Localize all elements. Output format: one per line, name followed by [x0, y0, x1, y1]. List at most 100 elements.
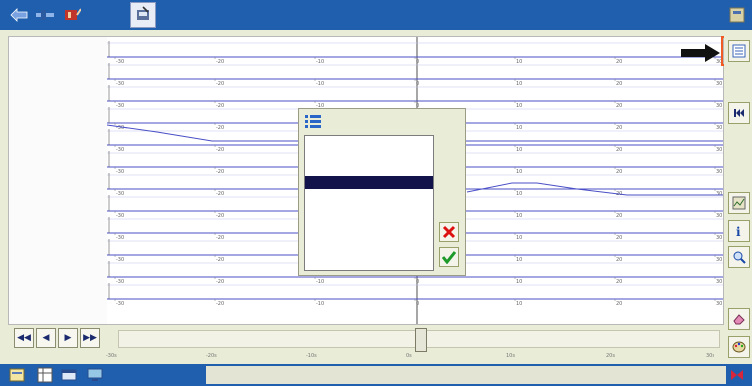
tick-label: -20: [216, 81, 224, 87]
time-axis-label: 30s: [706, 353, 714, 359]
zoom-icon[interactable]: [728, 246, 750, 268]
list-icon: [305, 115, 321, 128]
palette-icon[interactable]: [728, 336, 750, 358]
tick-label: 30: [716, 169, 722, 175]
red-plug-icon[interactable]: [60, 4, 82, 26]
tick-label: 30: [716, 191, 722, 197]
time-axis-label: -20s: [206, 353, 217, 359]
bottom-toolbar: [0, 364, 752, 386]
tick-label: 20: [616, 125, 622, 131]
info-icon[interactable]: i: [728, 220, 750, 242]
tick-label: -20: [216, 125, 224, 131]
tick-label: 20: [616, 103, 622, 109]
tick-label: -30: [116, 279, 124, 285]
last-button[interactable]: ▶▶: [80, 328, 100, 348]
monitor-icon[interactable]: [86, 366, 104, 384]
tick-label: 10: [516, 81, 522, 87]
tick-label: 0: [416, 59, 419, 65]
upload-arrows-icon[interactable]: [8, 4, 30, 26]
tick-label: 10: [516, 59, 522, 65]
time-axis-label: -30s: [106, 353, 117, 359]
table-icon[interactable]: [36, 366, 54, 384]
channel-list-panel: [9, 37, 107, 324]
tick-label: -20: [216, 235, 224, 241]
tick-label: 0: [416, 279, 419, 285]
tick-label: 30: [716, 81, 722, 87]
channel-list[interactable]: [304, 135, 434, 271]
tick-label: -20: [216, 59, 224, 65]
tick-label: 20: [616, 301, 622, 307]
tick-label: 20: [616, 147, 622, 153]
svg-text:i: i: [736, 225, 741, 238]
tick-label: 10: [516, 213, 522, 219]
playback-controls: ◀◀ ◀ ▶ ▶▶: [8, 326, 722, 352]
tick-label: 20: [616, 213, 622, 219]
tick-label: 10: [516, 169, 522, 175]
disk-edit-icon[interactable]: [130, 2, 156, 28]
tick-label: -10: [316, 81, 324, 87]
confirm-button[interactable]: [439, 247, 459, 267]
tick-label: -20: [216, 213, 224, 219]
time-axis-label: 10s: [506, 353, 515, 359]
tick-label: 30: [716, 125, 722, 131]
tick-label: -20: [216, 257, 224, 263]
tick-label: -20: [216, 103, 224, 109]
window-icon[interactable]: [60, 366, 78, 384]
small-panel-icon[interactable]: [726, 4, 748, 26]
tick-label: 10: [516, 147, 522, 153]
list-icon[interactable]: [728, 40, 750, 62]
tick-label: 20: [616, 279, 622, 285]
tick-label: -30: [116, 257, 124, 263]
time-scrollbar[interactable]: [118, 328, 720, 352]
time-axis-label: 0s: [406, 353, 412, 359]
eraser-icon[interactable]: [728, 308, 750, 330]
time-axis-label: 20s: [606, 353, 615, 359]
tick-label: -10: [316, 301, 324, 307]
tick-label: -30: [116, 81, 124, 87]
tick-label: 20: [616, 235, 622, 241]
tick-label: -30: [116, 169, 124, 175]
tick-label: -20: [216, 279, 224, 285]
save-graph-icon[interactable]: [728, 192, 750, 214]
tick-label: 30: [716, 279, 722, 285]
prev-button[interactable]: ◀: [36, 328, 56, 348]
print-icon[interactable]: [8, 366, 26, 384]
tick-label: 30: [716, 301, 722, 307]
channel-select-dialog: [298, 108, 466, 276]
exit-icon[interactable]: [728, 366, 746, 384]
scroll-thumb[interactable]: [415, 328, 427, 352]
tick-label: 10: [516, 279, 522, 285]
tick-label: -20: [216, 301, 224, 307]
skip-back-icon[interactable]: [728, 102, 750, 124]
tick-label: -20: [216, 191, 224, 197]
tick-label: 30: [716, 147, 722, 153]
time-axis: -30s -20s -10s 0s 10s 20s 30s: [106, 353, 714, 359]
tick-label: 10: [516, 191, 522, 197]
tick-label: 20: [616, 169, 622, 175]
tick-label: -20: [216, 147, 224, 153]
tick-label: 10: [516, 103, 522, 109]
tick-label: 10: [516, 235, 522, 241]
selected-list-item[interactable]: [305, 176, 433, 189]
connector-icon[interactable]: [34, 4, 56, 26]
cancel-button[interactable]: [439, 222, 459, 242]
tick-label: 10: [516, 301, 522, 307]
tick-label: -30: [116, 147, 124, 153]
tick-label: -30: [116, 103, 124, 109]
tick-label: 20: [616, 59, 622, 65]
tick-label: 30: [716, 257, 722, 263]
status-field: [206, 366, 726, 384]
tick-label: 30: [716, 213, 722, 219]
tick-label: -10: [316, 279, 324, 285]
pointer-arrow-icon: [681, 44, 720, 62]
tick-label: 10: [516, 125, 522, 131]
tick-label: -30: [116, 59, 124, 65]
tick-label: 0: [416, 301, 419, 307]
tick-label: 30: [716, 235, 722, 241]
right-sidebar: i: [724, 30, 752, 364]
tick-label: 30: [716, 103, 722, 109]
next-button[interactable]: ▶: [58, 328, 78, 348]
tick-label: -30: [116, 235, 124, 241]
first-button[interactable]: ◀◀: [14, 328, 34, 348]
tick-label: 0: [416, 81, 419, 87]
